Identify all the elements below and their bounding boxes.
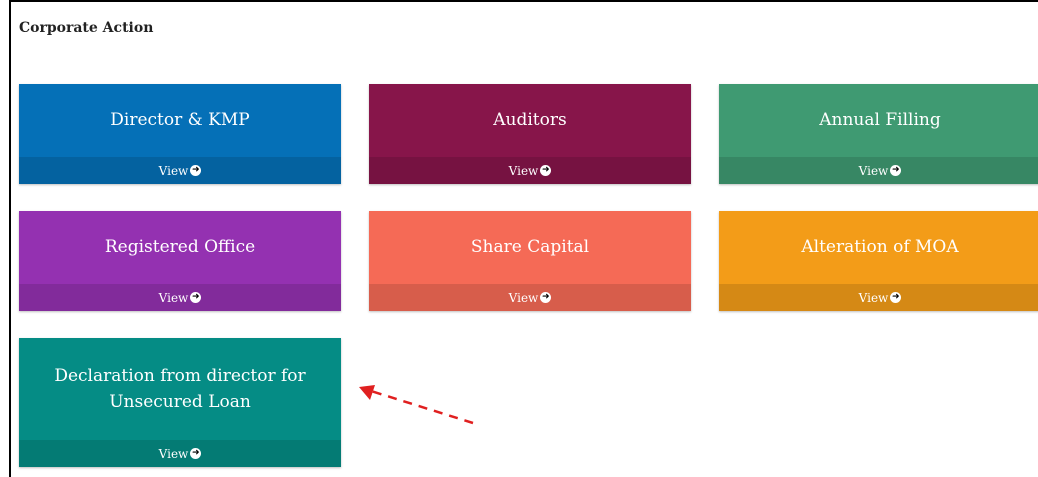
- view-link[interactable]: View ➜: [369, 157, 691, 184]
- view-link[interactable]: View ➜: [719, 284, 1038, 311]
- view-label: View: [158, 163, 189, 178]
- view-label: View: [858, 290, 889, 305]
- arrow-circle-right-icon: ➜: [190, 448, 202, 459]
- card-label: Registered Office: [104, 237, 256, 257]
- card-registered-office[interactable]: Registered Office View ➜: [19, 211, 341, 311]
- card-auditors[interactable]: Auditors View ➜: [369, 84, 691, 184]
- section-title: Corporate Action: [19, 20, 154, 36]
- arrow-circle-right-icon: ➜: [190, 292, 202, 303]
- card-label: Alteration of MOA: [801, 237, 959, 257]
- view-link[interactable]: View ➜: [719, 157, 1038, 184]
- dashed-arrow-icon: [359, 385, 474, 425]
- arrow-circle-right-icon: ➜: [190, 165, 202, 176]
- view-link[interactable]: View ➜: [19, 157, 341, 184]
- card-annual-filling[interactable]: Annual Filling View ➜: [719, 84, 1038, 184]
- card-label: Declaration from director for Unsecured …: [54, 366, 306, 412]
- card-director-kmp[interactable]: Director & KMP View ➜: [19, 84, 341, 184]
- view-label: View: [158, 290, 189, 305]
- view-link[interactable]: View ➜: [19, 440, 341, 467]
- view-label: View: [858, 163, 889, 178]
- card-label: Share Capital: [470, 237, 590, 257]
- card-label: Auditors: [493, 110, 567, 130]
- card-label: Director & KMP: [110, 110, 250, 130]
- arrow-circle-right-icon: ➜: [540, 292, 552, 303]
- card-label: Annual Filling: [819, 110, 941, 130]
- view-label: View: [158, 446, 189, 461]
- card-declaration-unsecured-loan[interactable]: Declaration from director for Unsecured …: [19, 338, 341, 467]
- card-share-capital[interactable]: Share Capital View ➜: [369, 211, 691, 311]
- view-label: View: [508, 290, 539, 305]
- view-link[interactable]: View ➜: [369, 284, 691, 311]
- view-label: View: [508, 163, 539, 178]
- card-alteration-of-moa[interactable]: Alteration of MOA View ➜: [719, 211, 1038, 311]
- arrow-circle-right-icon: ➜: [540, 165, 552, 176]
- arrow-circle-right-icon: ➜: [890, 292, 902, 303]
- arrow-circle-right-icon: ➜: [890, 165, 902, 176]
- view-link[interactable]: View ➜: [19, 284, 341, 311]
